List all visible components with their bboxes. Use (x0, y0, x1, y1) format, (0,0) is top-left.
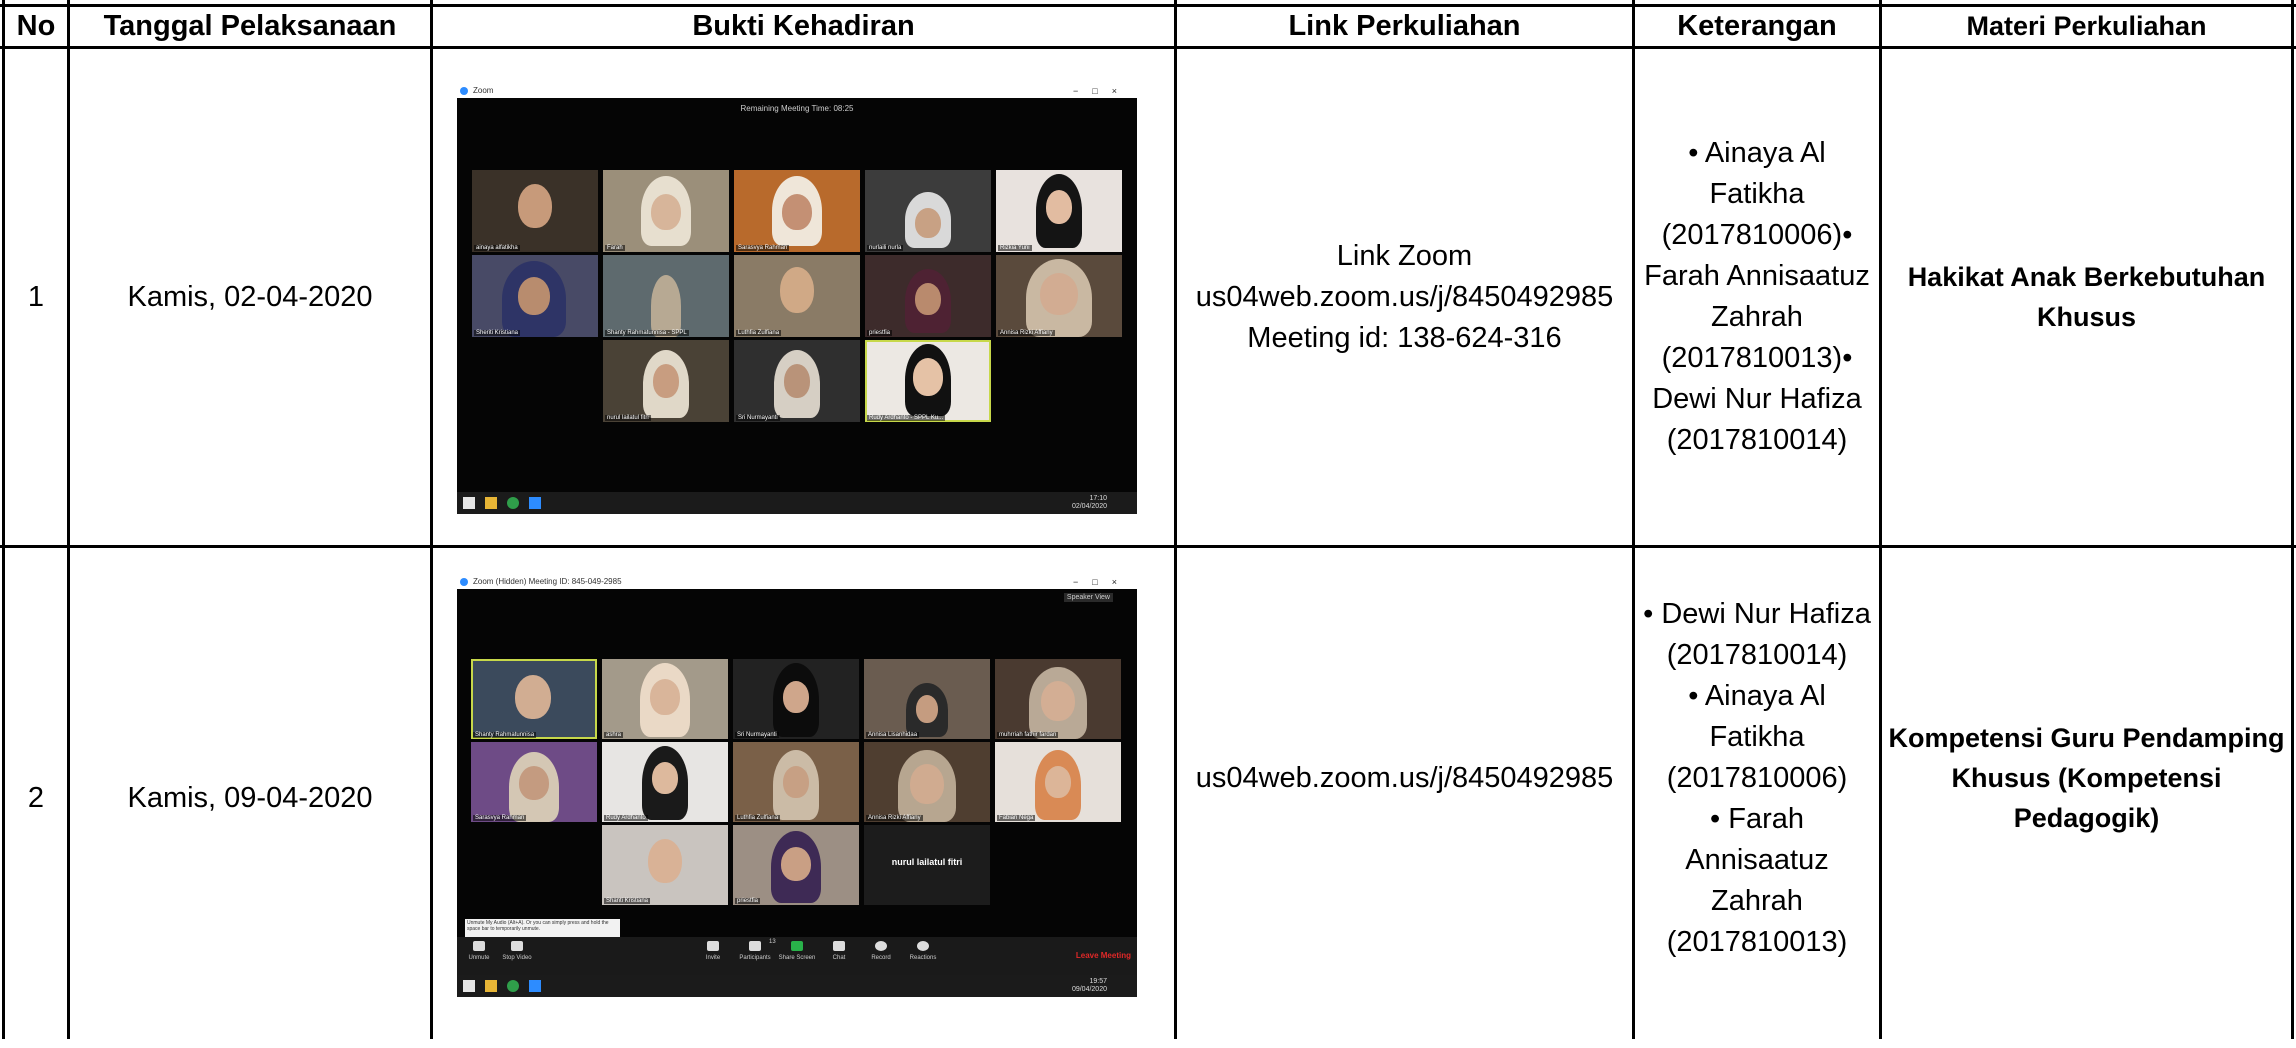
unmute-button[interactable]: Unmute (459, 941, 499, 961)
col-divider-2 (430, 0, 433, 1039)
video-tile-active-speaker: Rudy Ardhanto - SPPL Ku... (865, 340, 991, 422)
video-tile: Shanti Kristiana (602, 825, 728, 905)
video-tile-active-speaker: Shanty Rahmatunnisa (471, 659, 597, 739)
zoom-logo-icon (460, 87, 468, 95)
window-controls-icon: −□× (1073, 577, 1131, 587)
row2-link-url[interactable]: us04web.zoom.us/j/8450492985 (1196, 758, 1614, 799)
header-link: Link Perkuliahan (1288, 10, 1521, 42)
video-tile: Annisa Rizki Affiany (996, 255, 1122, 337)
chrome-icon (507, 980, 519, 992)
row1-materi: Hakikat Anak Berkebutuhan Khusus (1907, 262, 2266, 332)
invite-icon (707, 941, 719, 951)
file-explorer-icon (485, 497, 497, 509)
row1-meeting-id: Meeting id: 138-624-316 (1247, 321, 1562, 354)
video-tile: Farah (603, 170, 729, 252)
video-camera-icon (511, 941, 523, 951)
video-tile: nurul lailatul fitri (603, 340, 729, 422)
video-tile: ainaya alfatikha (472, 170, 598, 252)
video-tile: Sheriti Kristiana (472, 255, 598, 337)
video-tile: Sarasvya Rahman (471, 742, 597, 822)
zoom-meeting-toolbar: Unmute Stop Video Invite Participants Sh… (457, 937, 1137, 975)
taskbar-clock: 17:10 02/04/2020 (1071, 495, 1107, 510)
video-tile: priestfia (733, 825, 859, 905)
video-tile: ashra (602, 659, 728, 739)
participant-count: 13 (769, 939, 776, 945)
zoom-window-title: Zoom (Hidden) Meeting ID: 845-049-2985 (473, 577, 622, 586)
row2-tanggal: Kamis, 09-04-2020 (127, 781, 373, 814)
header-no: No (16, 10, 56, 42)
chat-button[interactable]: Chat (819, 941, 859, 961)
video-tile: Luthfia Zulfiana (733, 742, 859, 822)
participants-icon (749, 941, 761, 951)
microphone-icon (473, 941, 485, 951)
video-tile: Rizkia Yuni (996, 170, 1122, 252)
reactions-button[interactable]: Reactions (903, 941, 943, 961)
zoom-logo-icon (460, 578, 468, 586)
file-explorer-icon (485, 980, 497, 992)
video-tile: muhrriah fathir fardan (995, 659, 1121, 739)
header-bukti: Bukti Kehadiran (692, 10, 915, 42)
share-screen-icon (791, 941, 803, 951)
row1-tanggal: Kamis, 02-04-2020 (127, 280, 373, 313)
reactions-icon (917, 941, 929, 951)
speaker-view-label: Speaker View (1063, 593, 1113, 602)
video-tile: Sri Nurmayanti (733, 659, 859, 739)
row1-link-url[interactable]: us04web.zoom.us/j/8450492985 (1196, 277, 1614, 318)
video-tile: Shanty Rahmatunnisa - SPPL (603, 255, 729, 337)
video-tile: Fabian Nega (995, 742, 1121, 822)
unmute-hint-tooltip: Unmute My Audio (Alt+A). Or you can simp… (465, 919, 620, 937)
windows-taskbar: 17:10 02/04/2020 (457, 492, 1137, 514)
row1-link: Link Zoom us04web.zoom.us/j/8450492985 M… (1177, 49, 1632, 545)
video-tile: Luthfia Zulfiana (734, 255, 860, 337)
row1-link-label: Link Zoom (1336, 239, 1473, 272)
zoom-taskbar-icon (529, 980, 541, 992)
zoom-app-name: Zoom (473, 86, 494, 95)
row2-link: us04web.zoom.us/j/8450492985 (1177, 548, 1632, 1008)
chrome-icon (507, 497, 519, 509)
video-tile: Sri Nurmayanti (734, 340, 860, 422)
row1-no: 1 (27, 280, 45, 313)
window-controls-icon: −□× (1073, 86, 1131, 96)
zoom-titlebar: Zoom (Hidden) Meeting ID: 845-049-2985 −… (457, 575, 1137, 589)
share-screen-button[interactable]: Share Screen (777, 941, 817, 961)
video-tile: Sarasvya Rahman (734, 170, 860, 252)
row2-no: 2 (27, 781, 45, 814)
windows-start-icon (463, 980, 475, 992)
video-tile: priestfia (865, 255, 991, 337)
video-tile: Rudy Ardhanto (602, 742, 728, 822)
taskbar-clock: 19:57 09/04/2020 (1071, 978, 1107, 993)
video-tile: nurlaili nurla (865, 170, 991, 252)
row2-zoom-screenshot: Zoom (Hidden) Meeting ID: 845-049-2985 −… (457, 575, 1137, 997)
row1-keterangan: • Ainaya Al Fatikha (2017810006)• Farah … (1644, 137, 1870, 456)
windows-taskbar: 19:57 09/04/2020 (457, 975, 1137, 997)
header-materi: Materi Perkuliahan (1966, 11, 2207, 41)
chat-icon (833, 941, 845, 951)
video-tile: Annisa Lisanhidaa (864, 659, 990, 739)
record-icon (875, 941, 887, 951)
col-divider-6 (2291, 0, 2294, 1039)
row2-keterangan: • Dewi Nur Hafiza (2017810014) • Ainaya … (1643, 597, 1871, 958)
row2-materi: Kompetensi Guru Pendamping Khusus (Kompe… (1888, 723, 2285, 833)
video-tile-name-only: nurul lailatul fitri (864, 825, 990, 905)
zoom-titlebar: Zoom −□× (457, 84, 1137, 98)
video-tile: Annisa Rizki Affiany (864, 742, 990, 822)
header-tanggal: Tanggal Pelaksanaan (103, 10, 397, 42)
zoom-taskbar-icon (529, 497, 541, 509)
header-keterangan: Keterangan (1677, 10, 1837, 42)
stop-video-button[interactable]: Stop Video (497, 941, 537, 961)
remaining-time: Remaining Meeting Time: 08:25 (740, 104, 854, 113)
row1-zoom-screenshot: Zoom −□× Remaining Meeting Time: 08:25 a… (457, 84, 1137, 514)
windows-start-icon (463, 497, 475, 509)
invite-button[interactable]: Invite (693, 941, 733, 961)
leave-meeting-button[interactable]: Leave Meeting (1076, 951, 1131, 960)
record-button[interactable]: Record (861, 941, 901, 961)
